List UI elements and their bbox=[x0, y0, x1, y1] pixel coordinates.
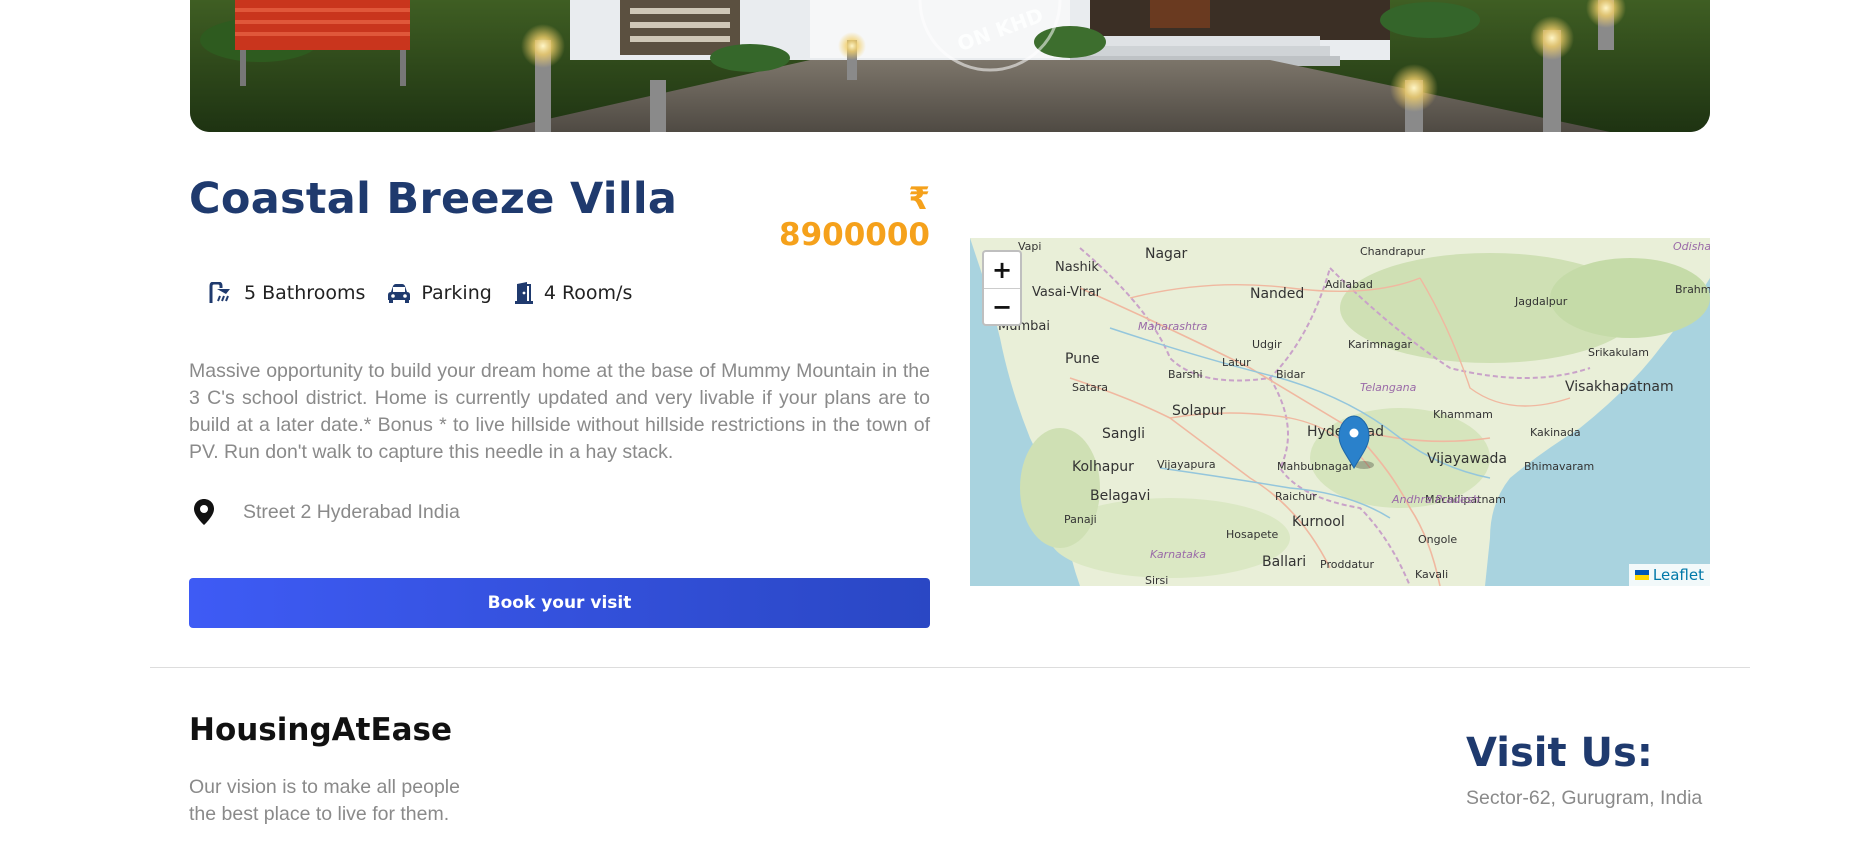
map-label: Andhra Pradesh bbox=[1391, 493, 1480, 506]
map-label: Mahbubnagar bbox=[1277, 460, 1354, 473]
hero-scene-illustration: ON KHD bbox=[190, 0, 1710, 132]
map-label: Sangli bbox=[1102, 426, 1145, 442]
zoom-out-button[interactable]: − bbox=[984, 288, 1020, 324]
map-label: Kavali bbox=[1415, 568, 1448, 581]
location-pin-icon bbox=[194, 499, 214, 525]
feature-bathrooms: 5 Bathrooms bbox=[208, 282, 365, 304]
feature-rooms-label: 4 Room/s bbox=[543, 282, 633, 304]
feature-parking-label: Parking bbox=[421, 282, 492, 304]
property-description: Massive opportunity to build your dream … bbox=[189, 360, 930, 463]
footer-brand: HousingAtEase bbox=[189, 712, 453, 748]
property-address-text: Street 2 Hyderabad India bbox=[243, 500, 460, 523]
map-label: Ongole bbox=[1418, 533, 1457, 546]
visit-us-address: Sector-62, Gurugram, India bbox=[1466, 787, 1703, 809]
attribution-link[interactable]: Leaflet bbox=[1653, 566, 1704, 584]
map-label: Vapi bbox=[1018, 240, 1041, 253]
map-label: Karnataka bbox=[1150, 548, 1206, 561]
map-label: Visakhapatnam bbox=[1565, 379, 1674, 395]
map-label: Solapur bbox=[1172, 403, 1226, 419]
map-label: Satara bbox=[1072, 381, 1108, 394]
map-zoom-controls: + − bbox=[982, 250, 1022, 326]
visit-us-title: Visit Us: bbox=[1466, 730, 1653, 776]
feature-rooms: 4 Room/s bbox=[514, 282, 633, 304]
map-label: Bhimavaram bbox=[1524, 460, 1594, 473]
map-label: Kurnool bbox=[1292, 514, 1345, 530]
map-label: Proddatur bbox=[1320, 558, 1374, 571]
section-divider bbox=[150, 667, 1750, 668]
map-attribution[interactable]: Leaflet bbox=[1628, 564, 1710, 586]
feature-bathrooms-label: 5 Bathrooms bbox=[244, 282, 366, 304]
map-label: Karimnagar bbox=[1348, 338, 1412, 351]
property-location-map[interactable]: Vapi Nashik Nagar Chandrapur Odisha Vasa… bbox=[970, 238, 1710, 586]
map-label: Kolhapur bbox=[1072, 459, 1134, 475]
map-label: Nashik bbox=[1055, 260, 1099, 275]
map-label: Telangana bbox=[1360, 381, 1417, 394]
map-label: Odisha bbox=[1673, 240, 1710, 253]
map-label: Chandrapur bbox=[1360, 245, 1426, 258]
map-label: Srikakulam bbox=[1588, 346, 1649, 359]
shower-icon bbox=[209, 282, 230, 303]
map-label: Raichur bbox=[1275, 490, 1317, 503]
door-icon bbox=[514, 282, 533, 304]
property-price: ₹ 8900000 bbox=[779, 181, 930, 253]
map-label: Hosapete bbox=[1226, 528, 1279, 541]
map-label: Brahm bbox=[1675, 283, 1710, 296]
property-hero-image: ON KHD bbox=[190, 0, 1710, 132]
map-label: Vijayapura bbox=[1157, 458, 1216, 471]
map-label: Khammam bbox=[1433, 408, 1493, 421]
map-label: Panaji bbox=[1064, 513, 1097, 526]
ukraine-flag-icon bbox=[1634, 570, 1649, 580]
map-label: Adilabad bbox=[1325, 278, 1373, 291]
map-label: Nanded bbox=[1250, 286, 1304, 302]
footer-vision: Our vision is to make all people the bes… bbox=[189, 776, 460, 825]
property-title: Coastal Breeze Villa bbox=[189, 174, 678, 224]
map-label: Nagar bbox=[1145, 246, 1188, 262]
map-label: Udgir bbox=[1252, 338, 1282, 351]
map-label: Vijayawada bbox=[1427, 451, 1507, 467]
map-label: Belagavi bbox=[1090, 488, 1150, 504]
map-label: Ballari bbox=[1262, 554, 1306, 570]
car-icon bbox=[388, 284, 411, 303]
property-address: Street 2 Hyderabad India bbox=[193, 498, 460, 526]
map-label: Latur bbox=[1222, 356, 1251, 369]
feature-parking: Parking bbox=[387, 282, 492, 304]
map-label: Bidar bbox=[1276, 368, 1305, 381]
map-label: Jagdalpur bbox=[1514, 295, 1568, 308]
map-tiles[interactable]: Vapi Nashik Nagar Chandrapur Odisha Vasa… bbox=[970, 238, 1710, 586]
map-label: Barshi bbox=[1168, 368, 1203, 381]
map-label: Sirsi bbox=[1145, 574, 1168, 586]
map-label: Pune bbox=[1065, 351, 1100, 367]
property-features: 5 Bathrooms Parking 4 Room/s bbox=[208, 282, 654, 304]
book-visit-button[interactable]: Book your visit bbox=[189, 578, 930, 628]
map-label: Maharashtra bbox=[1138, 320, 1208, 333]
map-label: Kakinada bbox=[1530, 426, 1581, 439]
zoom-in-button[interactable]: + bbox=[984, 252, 1020, 288]
map-label: Vasai-Virar bbox=[1032, 285, 1102, 300]
